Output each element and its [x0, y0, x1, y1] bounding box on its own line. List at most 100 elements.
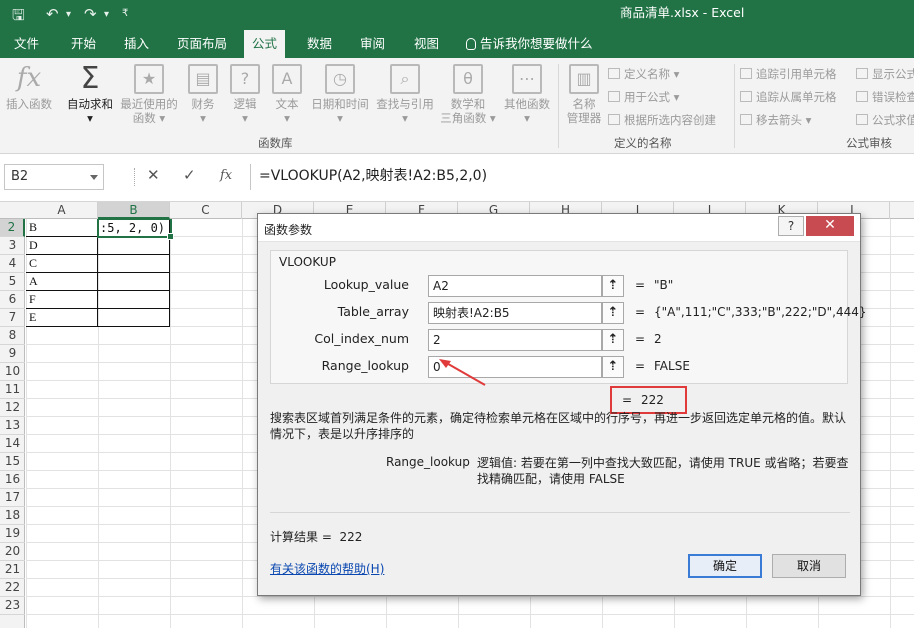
row-header-12[interactable]: 12 — [0, 399, 25, 417]
error-checking-button[interactable]: 错误检查 — [856, 89, 914, 105]
show-formulas-button[interactable]: 显示公式 — [856, 66, 914, 82]
create-from-selection-button[interactable]: 根据所选内容创建 — [608, 112, 716, 128]
ok-button[interactable]: 确定 — [688, 554, 762, 578]
function-description: 搜索表区域首列满足条件的元素，确定待检索单元格在区域中的行序号，再进一步返回选定… — [270, 411, 847, 441]
collapse-dialog-icon[interactable]: ⇡ — [602, 329, 624, 351]
column-header-c[interactable]: C — [170, 202, 242, 219]
row-header-4[interactable]: 4 — [0, 255, 25, 273]
math-trig-button[interactable]: θ 数学和 三角函数 ▾ — [440, 64, 496, 125]
cell-b4[interactable] — [98, 255, 170, 273]
cell-a2[interactable]: B — [26, 219, 98, 237]
logical-button[interactable]: ? 逻辑 ▾ — [226, 64, 264, 125]
row-header-22[interactable]: 22 — [0, 579, 25, 597]
name-box[interactable]: B2 — [4, 164, 104, 190]
recent-functions-button[interactable]: ★ 最近使用的 函数 ▾ — [118, 64, 180, 125]
cell-a3[interactable]: D — [26, 237, 98, 255]
arg-input-lookup-value[interactable]: A2 — [428, 275, 602, 297]
row-header-7[interactable]: 7 — [0, 309, 25, 327]
use-in-formula-button[interactable]: 用于公式 ▾ — [608, 89, 679, 105]
tab-formulas[interactable]: 公式 — [244, 30, 286, 58]
row-header-15[interactable]: 15 — [0, 453, 25, 471]
red-annotation-arrow — [439, 359, 486, 386]
chevron-down-icon[interactable] — [90, 175, 98, 180]
name-manager-button[interactable]: ▥ 名称 管理器 — [562, 64, 606, 125]
row-header-14[interactable]: 14 — [0, 435, 25, 453]
row-header-6[interactable]: 6 — [0, 291, 25, 309]
arg-input-col-index-num[interactable]: 2 — [428, 329, 602, 351]
lookup-button[interactable]: ⌕ 查找与引用 ▾ — [374, 64, 436, 125]
cell-b5[interactable] — [98, 273, 170, 291]
fx-icon[interactable]: fx — [220, 168, 232, 183]
dialog-title-bar[interactable]: 函数参数 ? ✕ — [258, 214, 860, 242]
row-header-23[interactable]: 23 — [0, 597, 25, 615]
text-button[interactable]: A 文本 ▾ — [268, 64, 306, 125]
collapse-dialog-icon[interactable]: ⇡ — [602, 302, 624, 324]
more-functions-button[interactable]: ⋯ 其他函数 ▾ — [500, 64, 554, 125]
cancel-button[interactable]: 取消 — [772, 554, 846, 578]
row-header-11[interactable]: 11 — [0, 381, 25, 399]
tab-view[interactable]: 视图 — [406, 30, 447, 58]
evaluate-formula-button[interactable]: 公式求值 — [856, 112, 914, 128]
cancel-icon[interactable]: ✕ — [147, 166, 160, 184]
cell-a6[interactable]: F — [26, 291, 98, 309]
row-header-5[interactable]: 5 — [0, 273, 25, 291]
cell-a4[interactable]: C — [26, 255, 98, 273]
autosum-button[interactable]: Σ 自动求和 ▾ — [62, 64, 118, 126]
formula-input[interactable]: =VLOOKUP(A2,映射表!A2:B5,2,0) — [250, 164, 914, 190]
arg-eq: = — [635, 332, 646, 346]
enter-icon[interactable]: ✓ — [183, 166, 196, 184]
row-header-20[interactable]: 20 — [0, 543, 25, 561]
close-button[interactable]: ✕ — [806, 216, 854, 236]
tab-review[interactable]: 审阅 — [352, 30, 393, 58]
remove-arrows-button[interactable]: 移去箭头 ▾ — [740, 112, 811, 128]
calc-label: 计算结果 = — [270, 530, 332, 544]
financial-button[interactable]: ▤ 财务 ▾ — [184, 64, 222, 125]
cell-b7[interactable] — [98, 309, 170, 327]
tab-file[interactable]: 文件 — [6, 30, 47, 58]
arg-input-table-array[interactable]: 映射表!A2:B5 — [428, 302, 602, 324]
define-name-button[interactable]: 定义名称 ▾ — [608, 66, 679, 82]
row-header-16[interactable]: 16 — [0, 471, 25, 489]
row-headers: 2 3 4 5 6 7 8 9 10 11 12 13 14 15 16 17 … — [0, 219, 25, 628]
redo-dropdown-icon[interactable]: ▾ — [104, 9, 109, 20]
column-header-b[interactable]: B — [98, 202, 170, 219]
row-header-10[interactable]: 10 — [0, 363, 25, 381]
customize-icon[interactable]: ₹ — [122, 8, 128, 19]
cell-b6[interactable] — [98, 291, 170, 309]
row-header-9[interactable]: 9 — [0, 345, 25, 363]
tab-data[interactable]: 数据 — [299, 30, 340, 58]
help-button[interactable]: ? — [778, 216, 804, 236]
tab-page-layout[interactable]: 页面布局 — [169, 30, 235, 58]
row-header-17[interactable]: 17 — [0, 489, 25, 507]
tab-tell-me[interactable]: 告诉我你想要做什么 — [458, 30, 601, 58]
cell-a7[interactable]: E — [26, 309, 98, 327]
question-icon: ? — [230, 64, 260, 94]
tab-home[interactable]: 开始 — [63, 30, 104, 58]
divider — [270, 512, 850, 513]
tab-insert[interactable]: 插入 — [116, 30, 157, 58]
datetime-button[interactable]: ◷ 日期和时间 ▾ — [308, 64, 372, 125]
row-header-8[interactable]: 8 — [0, 327, 25, 345]
formula-bar-grip[interactable] — [134, 168, 137, 186]
collapse-dialog-icon[interactable]: ⇡ — [602, 275, 624, 297]
row-header-19[interactable]: 19 — [0, 525, 25, 543]
function-help-link[interactable]: 有关该函数的帮助(H) — [270, 560, 384, 577]
row-header-18[interactable]: 18 — [0, 507, 25, 525]
cell-b2-edit-text: :5, 2, 0) — [100, 221, 166, 235]
row-header-3[interactable]: 3 — [0, 237, 25, 255]
cell-a5[interactable]: A — [26, 273, 98, 291]
cell-b3[interactable] — [98, 237, 170, 255]
redo-icon[interactable]: ↷ — [84, 5, 97, 23]
collapse-dialog-icon[interactable]: ⇡ — [602, 356, 624, 378]
result-eq: = — [622, 393, 633, 407]
trace-dependents-button[interactable]: 追踪从属单元格 — [740, 89, 837, 105]
undo-dropdown-icon[interactable]: ▾ — [66, 9, 71, 20]
undo-icon[interactable]: ↶ — [46, 5, 59, 23]
save-icon[interactable]: 🖫 — [12, 5, 25, 30]
insert-function-button[interactable]: fx 插入函数 — [2, 64, 56, 111]
row-header-13[interactable]: 13 — [0, 417, 25, 435]
trace-precedents-button[interactable]: 追踪引用单元格 — [740, 66, 837, 82]
column-header-a[interactable]: A — [26, 202, 98, 219]
row-header-2[interactable]: 2 — [0, 219, 25, 237]
row-header-21[interactable]: 21 — [0, 561, 25, 579]
